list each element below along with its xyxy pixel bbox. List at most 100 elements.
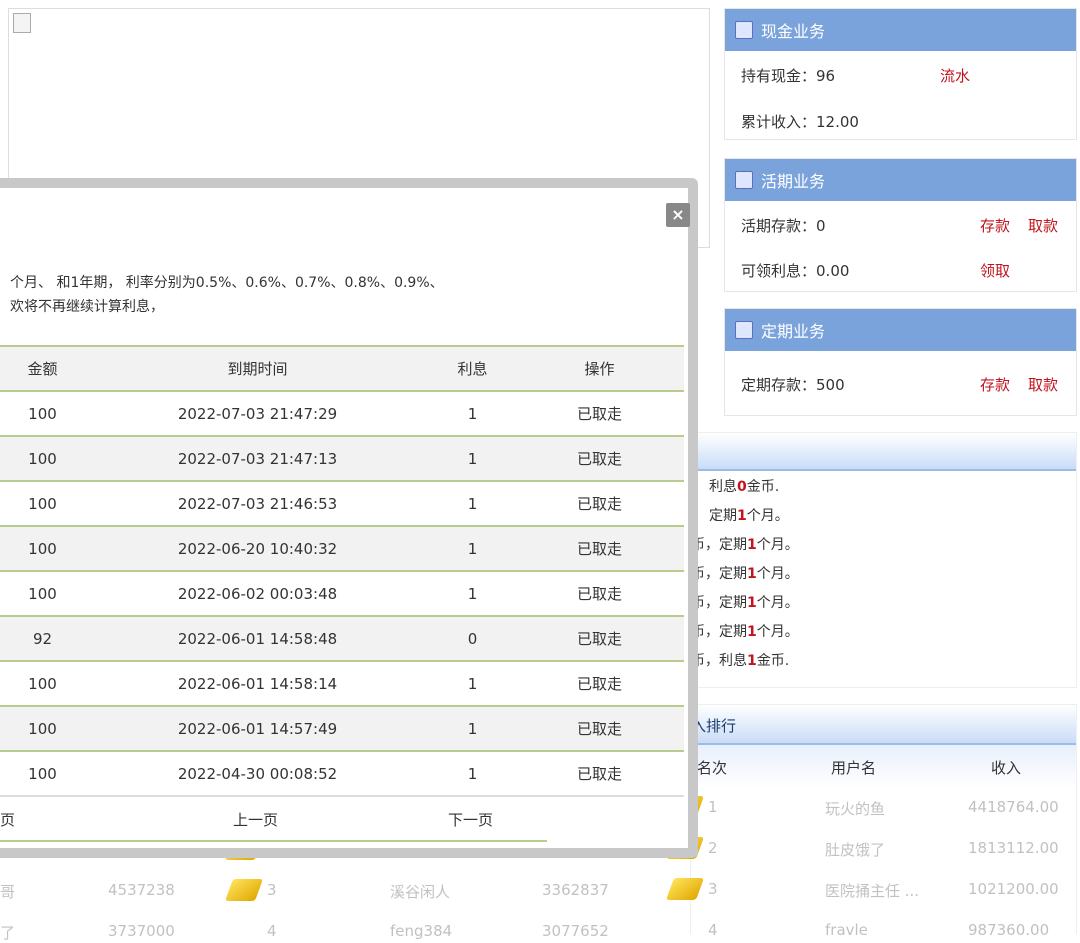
- log-entry: 利息0金币.: [709, 473, 1076, 502]
- due-time-header: 到期时间: [85, 345, 430, 392]
- interest-cell: 1: [430, 526, 515, 572]
- log-text: 币，定期: [691, 537, 747, 553]
- log-text: 个月。: [746, 508, 789, 524]
- rank-number: 3: [267, 881, 277, 899]
- first-page-link[interactable]: 页: [0, 809, 15, 830]
- fixed-panel: 定期业务 定期存款：500 存款 取款: [724, 308, 1077, 416]
- interest-cell: 1: [430, 571, 515, 617]
- action-cell: 已取走: [515, 706, 684, 752]
- due-time-cell: 2022-06-01 14:58:48: [85, 616, 430, 662]
- divider: [0, 840, 547, 842]
- gold-bar-icon: [224, 879, 264, 901]
- action-cell: 已取走: [515, 391, 684, 437]
- user-header: 用户名: [831, 759, 877, 777]
- interest-header: 利息: [430, 345, 515, 392]
- due-time-cell: 2022-06-20 10:40:32: [85, 526, 430, 572]
- log-text: 个月。: [756, 537, 799, 553]
- log-text: 金币.: [756, 653, 790, 669]
- amount-cell: 100: [0, 706, 85, 752]
- income-value: 1813112.00: [968, 839, 1059, 857]
- calendar-icon: [735, 321, 753, 339]
- panel-title: 活期业务: [761, 172, 826, 191]
- log-text: 利息: [709, 479, 737, 495]
- due-time-cell: 2022-04-30 00:08:52: [85, 751, 430, 797]
- table-row: 100 2022-07-03 21:46:53 1 已取走: [0, 481, 684, 527]
- log-entry: 币，定期1个月。: [691, 560, 1076, 589]
- flow-link[interactable]: 流水: [940, 65, 970, 86]
- amount-cell: 100: [0, 751, 85, 797]
- prev-page-link[interactable]: 上一页: [233, 809, 278, 830]
- amount-cell: 100: [0, 481, 85, 527]
- interest-cell: 0: [430, 616, 515, 662]
- current-withdraw-link[interactable]: 取款: [1028, 215, 1058, 236]
- rank-number: 2: [708, 839, 718, 857]
- action-cell: 已取走: [515, 751, 684, 797]
- log-entry: 币，定期1个月。: [691, 589, 1076, 618]
- log-number: 1: [747, 653, 757, 669]
- user-name: 溪谷闲人: [390, 883, 451, 901]
- amount-cell: 92: [0, 616, 85, 662]
- log-text: 金币.: [746, 479, 780, 495]
- rank-number: 3: [708, 880, 718, 898]
- label: 累计收入：: [741, 113, 817, 131]
- user-name: 医院捅主任 ...: [825, 882, 920, 900]
- table-row: 100 2022-06-20 10:40:32 1 已取走: [0, 526, 684, 572]
- cash-panel: 现金业务 持有现金：96 流水 累计收入：12.00: [724, 8, 1077, 140]
- log-text: 币，定期: [691, 595, 747, 611]
- current-deposit-value: 0: [816, 217, 826, 235]
- rank-number: 4: [267, 922, 277, 940]
- close-button[interactable]: ×: [666, 203, 690, 227]
- interest-value: 0.00: [816, 262, 850, 280]
- user-name: fravle: [825, 921, 868, 939]
- table-row: 92 2022-06-01 14:58:48 0 已取走: [0, 616, 684, 662]
- due-time-cell: 2022-07-03 21:47:29: [85, 391, 430, 437]
- log-text: 币，利息: [691, 653, 747, 669]
- user-name: 肚皮饿了: [825, 841, 886, 859]
- deposit-table: 金额 到期时间 利息 操作 100 2022-07-03 21:47:29 1 已取走…: [0, 345, 684, 797]
- broken-image-icon: [13, 13, 31, 33]
- income-value: 4418764.00: [968, 798, 1059, 816]
- action-cell: 已取走: [515, 571, 684, 617]
- fixed-deposit-value: 500: [816, 376, 845, 394]
- interest-cell: 1: [430, 481, 515, 527]
- fixed-deposit-modal: × 个月、 和1年期， 利率分别为0.5%、0.6%、0.7%、0.8%、0.9…: [0, 178, 698, 858]
- income-value: 3737000: [108, 922, 175, 940]
- interest-cell: 1: [430, 706, 515, 752]
- income-value: 4537238: [108, 881, 175, 899]
- rank-number: 1: [708, 798, 718, 816]
- table-row: 100 2022-07-03 21:47:13 1 已取走: [0, 436, 684, 482]
- current-save-link[interactable]: 存款: [980, 215, 1010, 236]
- table-row: 100 2022-06-01 14:58:14 1 已取走: [0, 661, 684, 707]
- table-row: 100 2022-06-01 14:57:49 1 已取走: [0, 706, 684, 752]
- action-cell: 已取走: [515, 436, 684, 482]
- income-value: 12.00: [816, 113, 859, 131]
- panel-title: 定期业务: [761, 322, 826, 341]
- table-row: 100 2022-07-03 21:47:29 1 已取走: [0, 391, 684, 437]
- log-text: 币，定期: [691, 624, 747, 640]
- log-text: 币，定期: [691, 566, 747, 582]
- income-value: 3077652: [542, 922, 609, 940]
- amount-cell: 100: [0, 571, 85, 617]
- due-time-cell: 2022-07-03 21:47:13: [85, 436, 430, 482]
- fixed-save-link[interactable]: 存款: [980, 374, 1010, 395]
- log-number: 1: [747, 624, 757, 640]
- due-time-cell: 2022-06-01 14:58:14: [85, 661, 430, 707]
- log-entry: 币，定期1个月。: [691, 531, 1076, 560]
- checkbox-icon: [735, 21, 753, 39]
- table-row: 100 2022-04-30 00:08:52 1 已取走: [0, 751, 684, 797]
- log-text: 个月。: [756, 624, 799, 640]
- log-entry: 币，利息1金币.: [691, 647, 1076, 676]
- panel-title: 现金业务: [761, 22, 826, 41]
- next-page-link[interactable]: 下一页: [448, 809, 493, 830]
- action-cell: 已取走: [515, 661, 684, 707]
- label: 活期存款：: [741, 217, 817, 235]
- claim-link[interactable]: 领取: [980, 260, 1010, 281]
- description-line: 欢将不再继续计算利息，: [10, 299, 164, 315]
- user-name: 玩火的鱼: [825, 800, 886, 818]
- income-value: 1021200.00: [968, 880, 1059, 898]
- due-time-cell: 2022-06-02 00:03:48: [85, 571, 430, 617]
- amount-cell: 100: [0, 526, 85, 572]
- amount-cell: 100: [0, 436, 85, 482]
- fixed-withdraw-link[interactable]: 取款: [1028, 374, 1058, 395]
- label: 持有现金：: [741, 67, 817, 85]
